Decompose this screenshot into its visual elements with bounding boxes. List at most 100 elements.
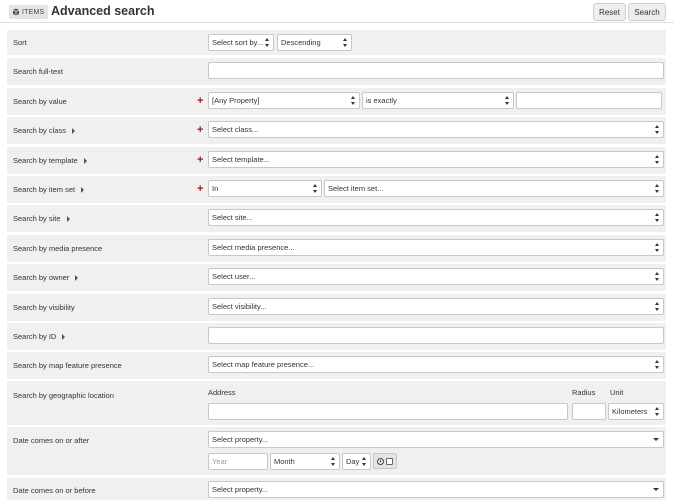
select-arrows-icon: [313, 184, 318, 194]
unit-select[interactable]: Kilometers: [608, 403, 664, 420]
row-label: Date comes on or before: [13, 486, 96, 495]
owner-toggle[interactable]: Search by owner: [13, 273, 79, 282]
time-checkbox[interactable]: [386, 457, 393, 465]
visibility-select[interactable]: Select visibility...: [208, 298, 664, 315]
chevron-down-icon: [653, 488, 659, 491]
sort-order-select[interactable]: Descending: [277, 34, 352, 51]
row-label: Search by template: [13, 156, 78, 165]
date-before-row: Date comes on or before Select property.…: [7, 478, 666, 500]
unit-label: Unit: [610, 388, 624, 397]
select-arrows-icon: [655, 184, 660, 194]
add-class-icon[interactable]: +: [197, 125, 203, 136]
id-toggle[interactable]: Search by ID: [13, 332, 66, 341]
select-arrows-icon: [362, 457, 367, 467]
search-button[interactable]: Search: [628, 3, 666, 21]
fulltext-row: Search full-text: [7, 58, 666, 85]
clock-icon: [377, 457, 384, 465]
caret-right-icon: [83, 157, 87, 164]
select-arrows-icon: [655, 302, 660, 312]
row-label: Search by item set: [13, 185, 76, 194]
class-toggle[interactable]: Search by class: [13, 126, 75, 135]
item-set-toggle[interactable]: Search by item set: [13, 185, 85, 194]
site-select[interactable]: Select site...: [208, 209, 664, 226]
section-label: ITEMS: [22, 8, 45, 16]
select-arrows-icon: [351, 96, 356, 106]
class-select[interactable]: Select class...: [208, 121, 664, 138]
row-label: Search by value: [13, 97, 67, 106]
address-input[interactable]: [208, 403, 568, 420]
value-operator-select[interactable]: is exactly: [362, 92, 514, 109]
row-label: Date comes on or after: [13, 436, 90, 445]
chevron-down-icon: [653, 438, 659, 441]
row-label: Search by visibility: [13, 303, 75, 312]
row-label: Search full-text: [13, 67, 64, 76]
fulltext-input[interactable]: [208, 62, 664, 79]
time-toggle[interactable]: [373, 453, 397, 469]
site-row: Search by site Select site...: [7, 205, 666, 232]
class-row: Search by class + Select class...: [7, 117, 666, 144]
row-label: Search by owner: [13, 273, 70, 282]
visibility-row: Search by visibility Select visibility..…: [7, 294, 666, 321]
value-row: Search by value + [Any Property] is exac…: [7, 88, 666, 115]
select-arrows-icon: [655, 213, 660, 223]
row-label: Search by media presence: [13, 244, 103, 253]
sort-by-select[interactable]: Select sort by...: [208, 34, 274, 51]
month-select[interactable]: Month: [270, 453, 340, 470]
radius-label: Radius: [572, 388, 596, 397]
reset-button[interactable]: Reset: [593, 3, 626, 21]
row-label: Search by site: [13, 214, 61, 223]
row-label: Search by geographic location: [13, 391, 114, 400]
select-arrows-icon: [655, 407, 660, 417]
row-label: Search by map feature presence: [13, 361, 122, 370]
media-row: Search by media presence Select media pr…: [7, 235, 666, 262]
caret-right-icon: [62, 333, 66, 340]
item-set-operator-select[interactable]: In: [208, 180, 322, 197]
row-label: Search by class: [13, 126, 66, 135]
radius-input[interactable]: [572, 403, 606, 420]
site-toggle[interactable]: Search by site: [13, 214, 70, 223]
add-template-icon[interactable]: +: [197, 155, 203, 166]
map-feature-select[interactable]: Select map feature presence...: [208, 356, 664, 373]
id-row: Search by ID: [7, 323, 666, 350]
map-feature-row: Search by map feature presence Select ma…: [7, 352, 666, 379]
template-row: Search by template + Select template...: [7, 147, 666, 174]
caret-right-icon: [75, 274, 79, 281]
owner-select[interactable]: Select user...: [208, 268, 664, 285]
select-arrows-icon: [655, 243, 660, 253]
page-header: ITEMS Advanced search Reset Search: [0, 0, 674, 23]
row-label: Search by ID: [13, 332, 57, 341]
date-after-property-select[interactable]: Select property...: [208, 431, 664, 448]
select-arrows-icon: [331, 457, 336, 467]
year-input[interactable]: Year: [208, 453, 268, 470]
caret-right-icon: [71, 127, 75, 134]
template-toggle[interactable]: Search by template: [13, 156, 87, 165]
select-arrows-icon: [505, 96, 510, 106]
section-badge: ITEMS: [9, 5, 49, 19]
value-text-input[interactable]: [516, 92, 662, 109]
select-arrows-icon: [655, 272, 660, 282]
row-label: Sort: [13, 38, 27, 47]
date-before-property-select[interactable]: Select property...: [208, 481, 664, 498]
box-icon: [12, 8, 20, 16]
caret-right-icon: [81, 186, 85, 193]
value-property-select[interactable]: [Any Property]: [208, 92, 360, 109]
geo-row: Search by geographic location Address Ra…: [7, 381, 666, 425]
media-select[interactable]: Select media presence...: [208, 239, 664, 256]
select-arrows-icon: [655, 360, 660, 370]
select-arrows-icon: [655, 155, 660, 165]
select-arrows-icon: [655, 125, 660, 135]
owner-row: Search by owner Select user...: [7, 264, 666, 291]
page-title: Advanced search: [51, 4, 155, 18]
id-input[interactable]: [208, 327, 664, 344]
item-set-select[interactable]: Select item set...: [324, 180, 664, 197]
add-item-set-icon[interactable]: +: [197, 184, 203, 195]
address-label: Address: [208, 388, 236, 397]
caret-right-icon: [66, 215, 70, 222]
select-arrows-icon: [343, 38, 348, 48]
template-select[interactable]: Select template...: [208, 151, 664, 168]
day-select[interactable]: Day: [342, 453, 371, 470]
add-value-icon[interactable]: +: [197, 96, 203, 107]
sort-row: Sort Select sort by... Descending: [7, 30, 666, 55]
date-after-row: Date comes on or after Select property..…: [7, 427, 666, 475]
select-arrows-icon: [265, 38, 270, 48]
